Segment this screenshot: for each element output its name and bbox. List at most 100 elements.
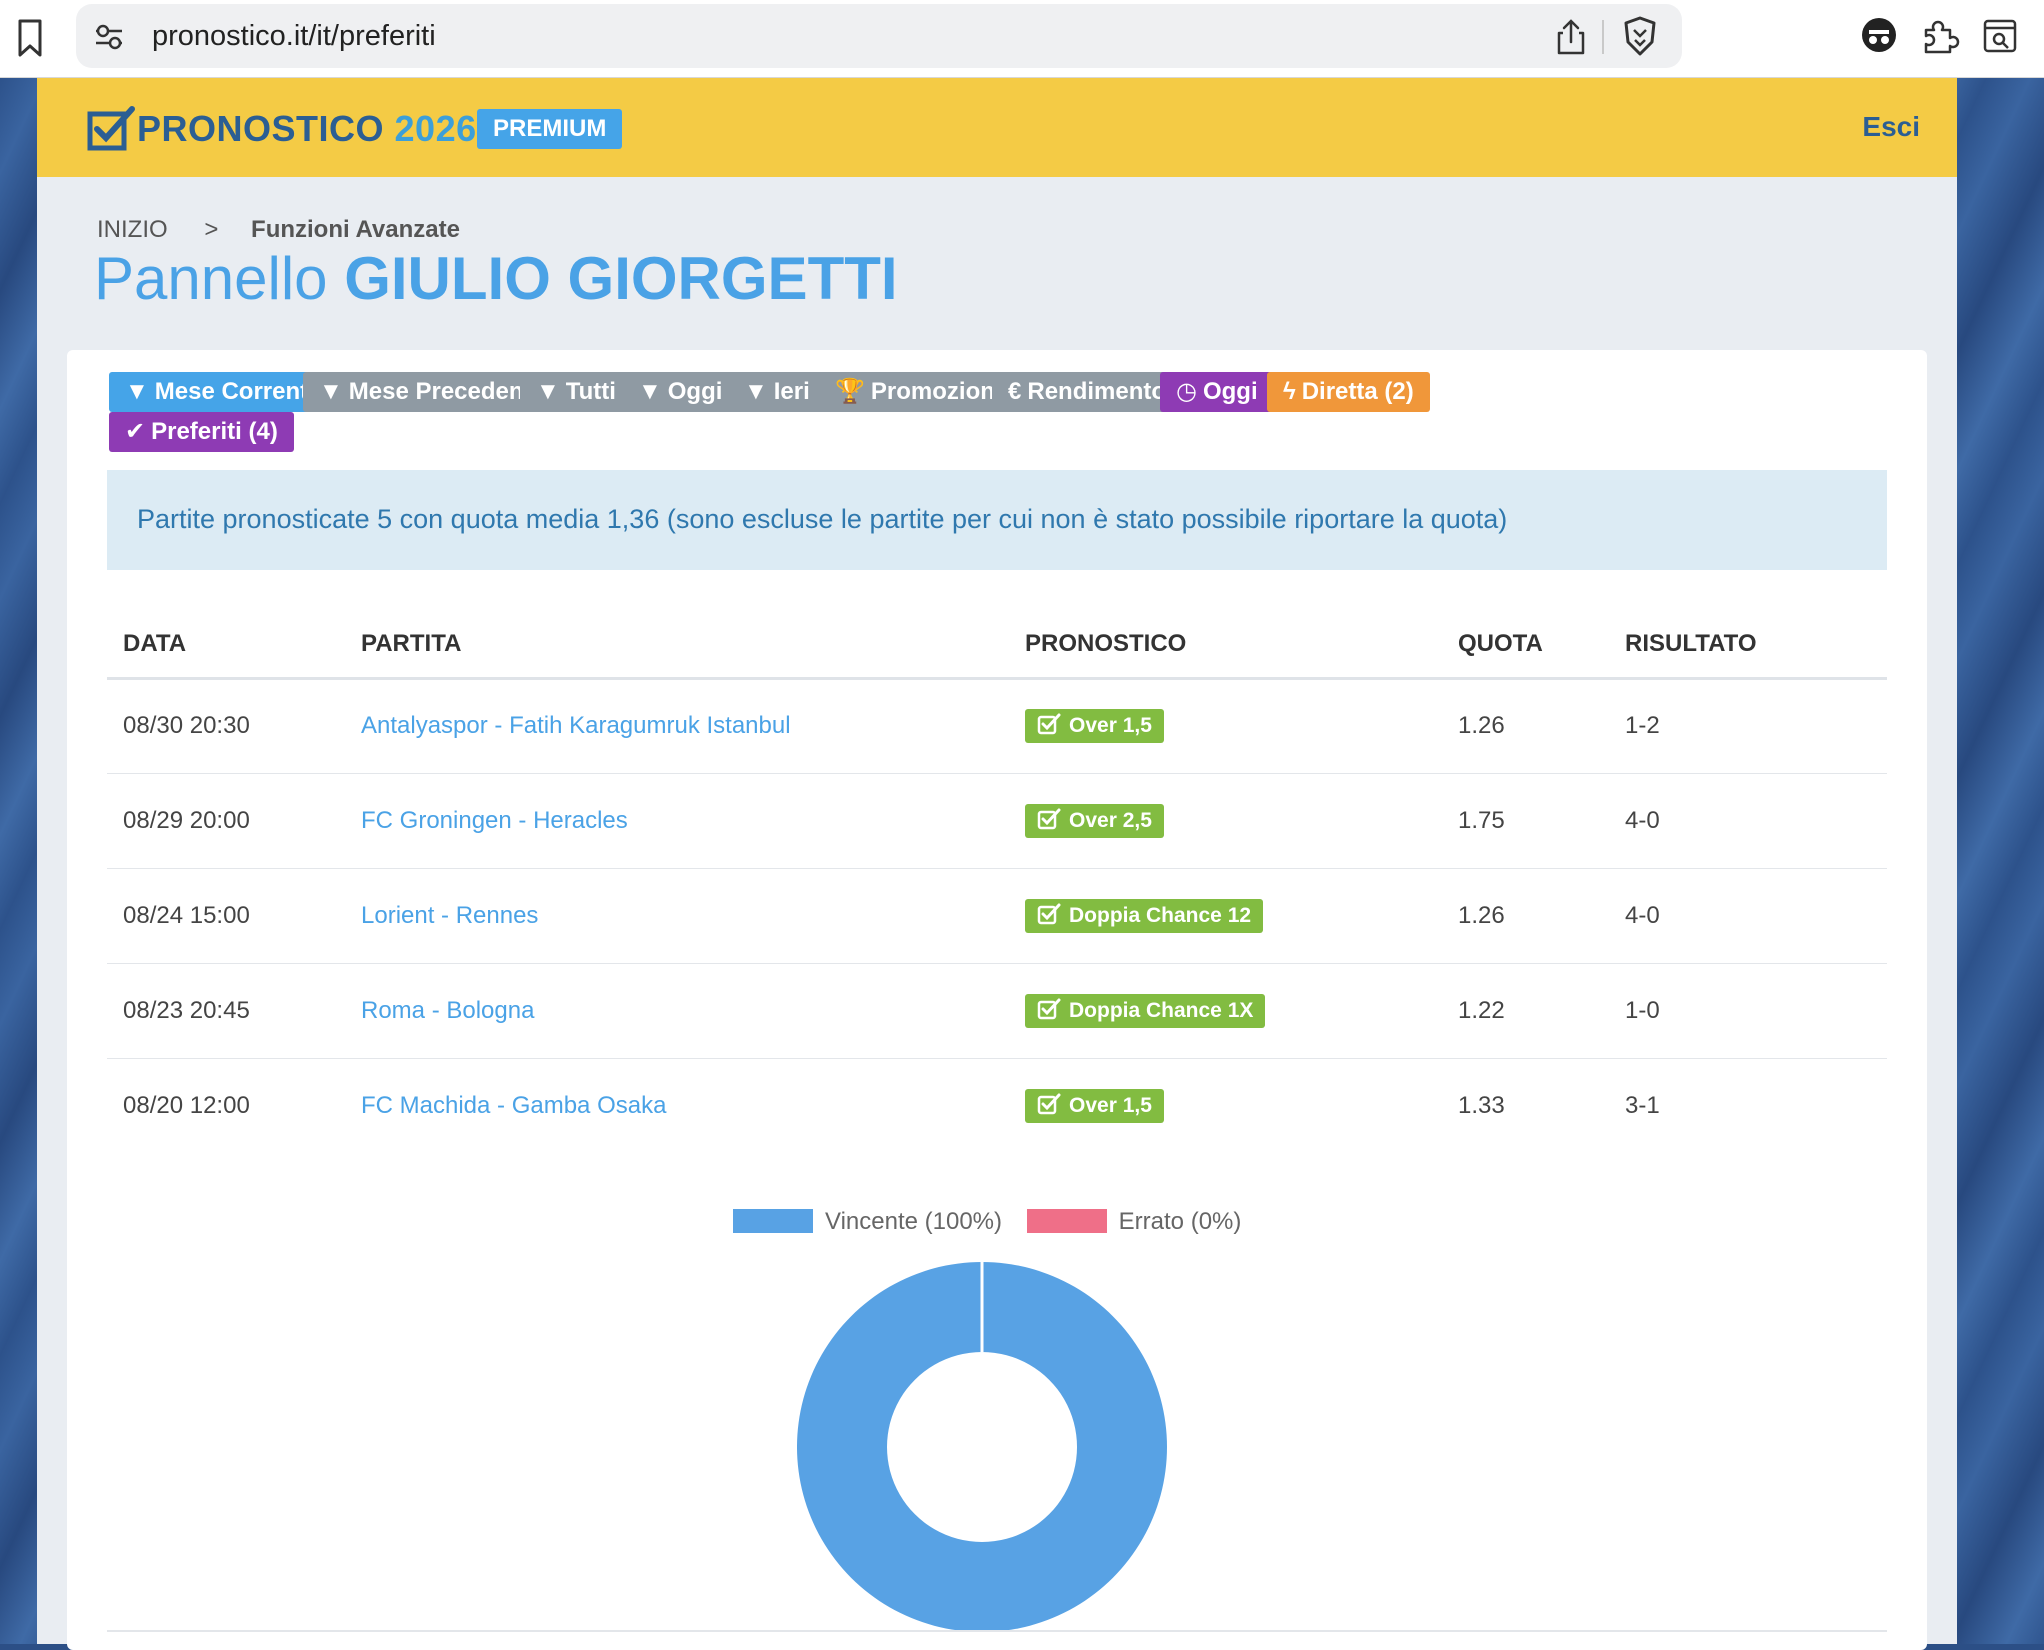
result-value: 1-2 [1609, 678, 1887, 774]
chevron-right-icon: > [204, 216, 219, 243]
match-link[interactable]: Lorient - Rennes [361, 902, 538, 929]
private-window-icon[interactable] [1860, 16, 1898, 54]
match-link-cell: FC Groningen - Heracles [345, 773, 1009, 869]
checked-box-icon [1037, 713, 1061, 735]
trophy-icon: 🏆 [835, 378, 865, 405]
bookmark-icon[interactable] [16, 18, 44, 58]
info-alert: Partite pronosticate 5 con quota media 1… [107, 470, 1887, 570]
url-text[interactable]: pronostico.it/it/preferiti [152, 20, 436, 53]
pick-badge: Over 1,5 [1025, 1088, 1164, 1123]
filter-ieri-button[interactable]: ▼ Ieri [728, 372, 826, 412]
match-link[interactable]: FC Machida - Gamba Osaka [361, 1092, 666, 1119]
legend-item-vincente[interactable]: Vincente (100%) [733, 1208, 1002, 1236]
site-logo[interactable]: PRONOSTICO 2026 [137, 108, 477, 150]
breadcrumb: INIZIO > Funzioni Avanzate [97, 216, 460, 244]
pick-cell: Doppia Chance 12 [1009, 868, 1442, 964]
breadcrumb-home[interactable]: INIZIO [97, 216, 168, 243]
match-link-cell: FC Machida - Gamba Osaka [345, 1058, 1009, 1153]
match-link[interactable]: FC Groningen - Heracles [361, 807, 628, 834]
extensions-icon[interactable] [1920, 16, 1960, 56]
table-row: 08/30 20:30 Antalyaspor - Fatih Karagumru… [107, 678, 1887, 774]
pick-label: Over 1,5 [1069, 1093, 1152, 1117]
pick-cell: Over 1,5 [1009, 1058, 1442, 1153]
page: PRONOSTICO 2026 PREMIUM Esci INIZIO > Fu… [37, 78, 1957, 1650]
breadcrumb-current: Funzioni Avanzate [251, 216, 460, 243]
site-settings-icon[interactable] [94, 24, 124, 50]
pick-label: Doppia Chance 12 [1069, 903, 1252, 927]
match-date: 08/20 12:00 [123, 1091, 250, 1119]
match-link-cell: Antalyaspor - Fatih Karagumruk Istanbul [345, 678, 1009, 774]
oggi-live-button[interactable]: ◷ Oggi [1160, 372, 1274, 412]
result-value: 1-0 [1609, 963, 1887, 1059]
result-value: 4-0 [1609, 773, 1887, 869]
pick-label: Over 2,5 [1069, 808, 1152, 832]
matches-table: DATA PARTITA PRONOSTICO QUOTA RISULTATO … [107, 612, 1887, 1153]
table-row: 08/29 20:00 FC Groningen - Heracles Over 2… [107, 773, 1887, 869]
pick-badge: Doppia Chance 12 [1025, 898, 1264, 933]
checked-box-icon [1037, 903, 1061, 924]
clock-icon: ◷ [1176, 378, 1197, 405]
checked-box-icon [1037, 1093, 1061, 1114]
logo-main-text: PRONOSTICO [137, 108, 385, 149]
pick-badge: Over 1,5 [1025, 709, 1164, 743]
share-icon[interactable] [1554, 18, 1588, 56]
table-body: 08/30 20:30 Antalyaspor - Fatih Karagumru… [107, 678, 1887, 1153]
brave-shield-icon[interactable] [1622, 16, 1658, 56]
table-row: 08/20 12:00 FC Machida - Gamba Osaka Over … [107, 1058, 1887, 1153]
toolbar-divider [1602, 20, 1604, 54]
logo-year-text: 2026 [394, 108, 477, 149]
pick-cell: Over 2,5 [1009, 773, 1442, 869]
result-value: 4-0 [1609, 868, 1887, 964]
address-bar[interactable]: pronostico.it/it/preferiti [76, 4, 1682, 68]
filter-icon: ▼ [638, 378, 662, 405]
odds-value: 1.26 [1442, 678, 1609, 774]
legend-item-errato[interactable]: Errato (0%) [1026, 1208, 1241, 1236]
chart-legend: Vincente (100%) Errato (0%) [733, 1208, 1259, 1236]
page-title: Pannello GIULIO GIORGETTI [94, 244, 898, 313]
page-title-name: GIULIO GIORGETTI [344, 245, 898, 312]
pick-cell: Doppia Chance 1X [1009, 963, 1442, 1059]
pick-label: Doppia Chance 1X [1069, 998, 1254, 1022]
content-card: ▼ Mese Corrente ▼ Mese Precedente ▼ Tutti ▼… [67, 350, 1927, 1650]
filter-icon: ▼ [125, 378, 149, 405]
browser-toolbar: pronostico.it/it/preferiti [0, 0, 2044, 78]
diretta-button[interactable]: ϟ Diretta (2) [1267, 372, 1430, 412]
table-header-row: DATA PARTITA PRONOSTICO QUOTA RISULTATO [107, 612, 1887, 680]
filter-icon: ▼ [536, 378, 560, 405]
match-date: 08/30 20:30 [107, 678, 345, 774]
odds-value: 1.22 [1442, 963, 1609, 1059]
match-date: 08/24 15:00 [107, 868, 345, 964]
match-link[interactable]: Roma - Bologna [361, 997, 534, 1024]
result-value: 3-1 [1625, 1091, 1660, 1119]
euro-icon: € [1008, 378, 1022, 405]
filter-icon: ▼ [319, 378, 343, 405]
match-date: 08/29 20:00 [107, 773, 345, 869]
pick-badge: Doppia Chance 1X [1025, 993, 1266, 1028]
checked-box-icon [1037, 998, 1061, 1019]
page-title-prefix: Pannello [94, 245, 328, 312]
pick-badge: Over 2,5 [1025, 803, 1164, 838]
match-link[interactable]: Antalyaspor - Fatih Karagumruk Istanbul [361, 712, 791, 739]
filter-icon: ▼ [744, 378, 768, 405]
column-header-result: RISULTATO [1609, 612, 1887, 680]
filter-tutti-button[interactable]: ▼ Tutti [520, 372, 632, 412]
match-link-cell: Lorient - Rennes [345, 868, 1009, 964]
table-row: 08/23 20:45 Roma - Bologna Doppia Chance 1… [107, 963, 1887, 1059]
rendimento-button[interactable]: € Rendimento [992, 372, 1183, 412]
legend-swatch [733, 1209, 813, 1233]
bolt-icon: ϟ [1283, 378, 1296, 405]
preferiti-button[interactable]: ✔ Preferiti (4) [109, 412, 294, 452]
filter-oggi-button[interactable]: ▼ Oggi [622, 372, 739, 412]
match-date: 08/23 20:45 [107, 963, 345, 1059]
logout-link[interactable]: Esci [1862, 111, 1920, 143]
donut-chart [797, 1262, 1167, 1632]
match-link-cell: Roma - Bologna [345, 963, 1009, 1059]
column-header-match: PARTITA [345, 612, 1009, 680]
divider [107, 1630, 1887, 1632]
logo-check-icon[interactable] [87, 105, 135, 151]
reader-mode-icon[interactable] [1982, 18, 2018, 54]
legend-swatch [1026, 1209, 1107, 1233]
column-header-date: DATA [107, 612, 345, 680]
pick-label: Over 1,5 [1069, 714, 1152, 737]
odds-value: 1.75 [1442, 773, 1609, 869]
